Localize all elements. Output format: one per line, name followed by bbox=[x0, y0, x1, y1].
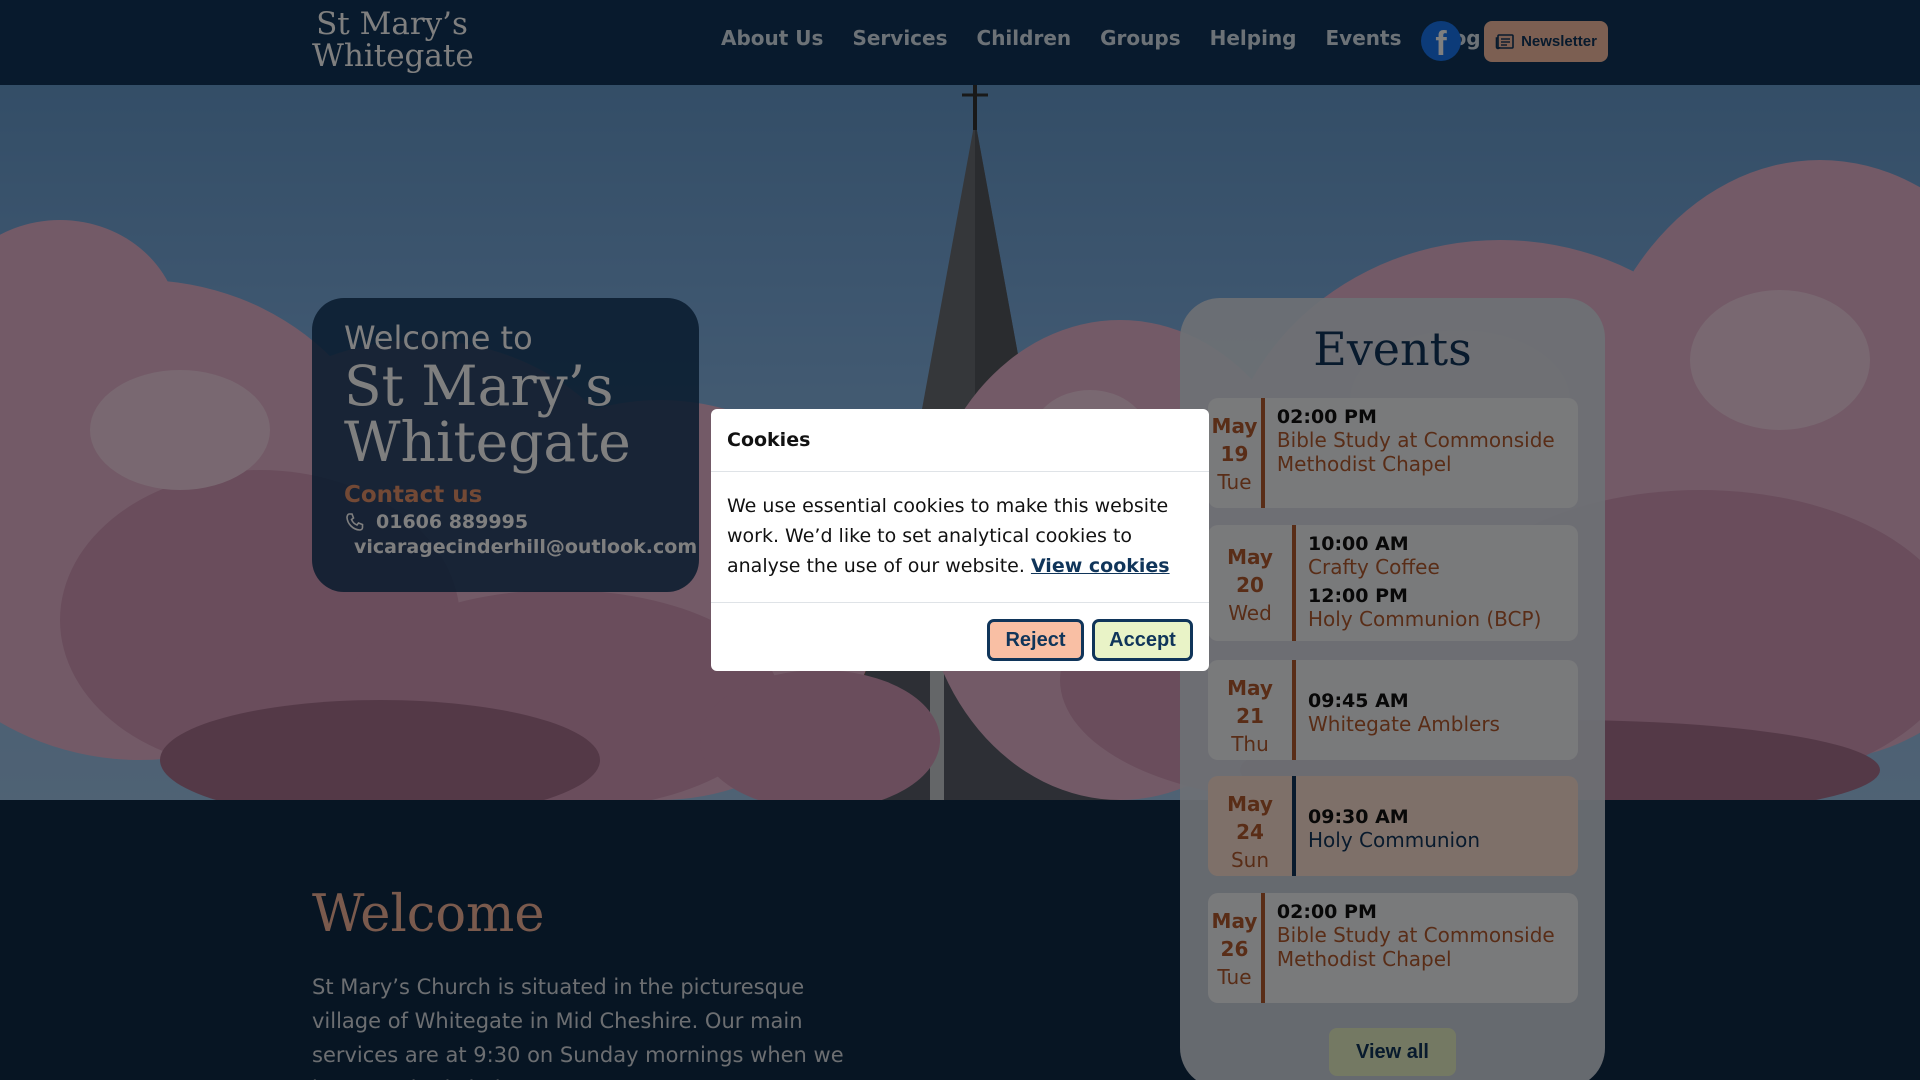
cookie-dialog-actions: Reject Accept bbox=[711, 603, 1209, 677]
view-cookies-link[interactable]: View cookies bbox=[1031, 555, 1170, 577]
cookie-dialog-body: We use essential cookies to make this we… bbox=[711, 472, 1209, 603]
accept-cookies-button[interactable]: Accept bbox=[1092, 619, 1193, 661]
reject-cookies-button[interactable]: Reject bbox=[987, 619, 1084, 661]
cookie-dialog-title: Cookies bbox=[711, 409, 1209, 472]
cookie-dialog: Cookies We use essential cookies to make… bbox=[711, 409, 1209, 671]
